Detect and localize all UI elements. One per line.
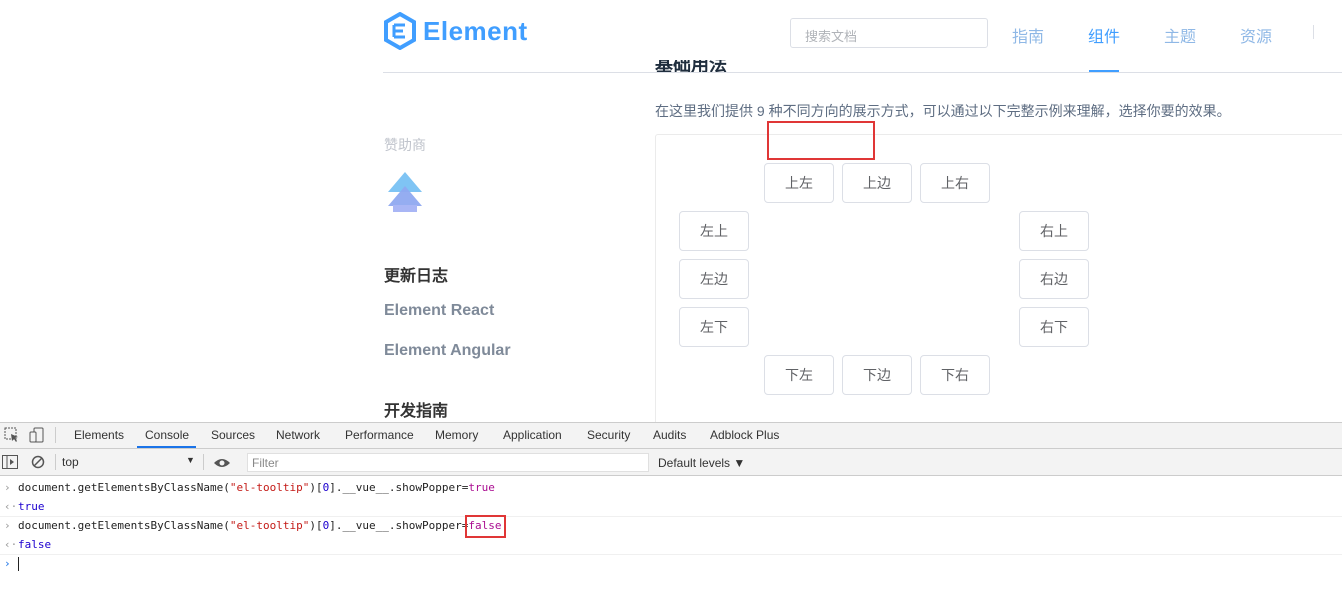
button-bottom[interactable]: 下边	[842, 355, 912, 395]
sidebar-sponsor-label: 赞助商	[384, 137, 426, 153]
code-text: document.getElementsByClassName(	[18, 481, 230, 494]
button-top[interactable]: 上边	[842, 163, 912, 203]
button-left[interactable]: 左边	[679, 259, 749, 299]
code-text: )[	[309, 519, 323, 532]
nav-guide[interactable]: 指南	[1012, 23, 1044, 47]
section-description: 在这里我们提供 9 种不同方向的展示方式，可以通过以下完整示例来理解，选择你要的…	[655, 103, 1231, 119]
tab-audits[interactable]: Audits	[653, 428, 686, 442]
device-toolbar-icon[interactable]	[29, 427, 45, 448]
tab-separator	[55, 427, 56, 443]
button-left-end[interactable]: 左下	[679, 307, 749, 347]
nav-components[interactable]: 组件	[1088, 23, 1120, 47]
sponsor-arrow-icon	[388, 172, 422, 212]
nav-theme[interactable]: 主题	[1164, 23, 1196, 47]
output-arrow-icon: ‹·	[4, 538, 18, 551]
console-result: false	[18, 538, 52, 551]
live-expression-eye-icon[interactable]	[213, 456, 231, 474]
element-logo[interactable]: Element	[383, 12, 528, 50]
input-arrow-icon: ›	[4, 519, 11, 532]
nav-resources[interactable]: 资源	[1240, 23, 1272, 47]
code-string: "el-tooltip"	[229, 481, 310, 494]
nav-divider	[1313, 25, 1314, 39]
sponsor-logo[interactable]	[386, 172, 424, 219]
button-top-start[interactable]: 上左	[764, 163, 834, 203]
demo-container	[655, 134, 1342, 434]
element-logo-icon	[384, 12, 416, 50]
console-prompt-icon: ›	[4, 557, 11, 570]
button-right[interactable]: 右边	[1019, 259, 1089, 299]
sidebar-item-dev-guide[interactable]: 开发指南	[384, 397, 448, 421]
tab-security[interactable]: Security	[587, 428, 630, 442]
sidebar-item-element-angular[interactable]: Element Angular	[384, 342, 511, 360]
console-input-line: › document.getElementsByClassName("el-to…	[0, 478, 1342, 497]
code-text: document.getElementsByClassName(	[18, 519, 230, 532]
tab-adblock-plus[interactable]: Adblock Plus	[710, 428, 779, 442]
header-divider	[383, 72, 1342, 73]
tab-network[interactable]: Network	[276, 428, 320, 442]
active-tab-indicator	[137, 446, 196, 448]
code-text: )[	[309, 481, 323, 494]
sidebar-item-changelog[interactable]: 更新日志	[384, 262, 448, 286]
button-right-start[interactable]: 右上	[1019, 211, 1089, 251]
toolbar-separator	[203, 454, 204, 470]
input-arrow-icon: ›	[4, 481, 11, 494]
button-left-start[interactable]: 左上	[679, 211, 749, 251]
tab-application[interactable]: Application	[503, 428, 562, 442]
button-bottom-end[interactable]: 下右	[920, 355, 990, 395]
tab-sources[interactable]: Sources	[211, 428, 255, 442]
context-select[interactable]: top ▼	[62, 455, 197, 469]
show-sidebar-icon[interactable]	[2, 455, 18, 474]
button-right-end[interactable]: 右下	[1019, 307, 1089, 347]
console-filter-input[interactable]: Filter	[247, 453, 649, 472]
tab-console[interactable]: Console	[145, 428, 189, 442]
code-string: "el-tooltip"	[229, 519, 310, 532]
log-levels-dropdown[interactable]: Default levels ▼	[658, 456, 745, 470]
toolbar-separator	[55, 454, 56, 470]
search-input[interactable]: 搜索文档	[790, 18, 988, 48]
console-result: true	[18, 500, 45, 513]
code-text: ].__vue__.showPopper=	[329, 519, 469, 532]
console-input-caret[interactable]	[18, 557, 19, 571]
clear-console-icon[interactable]	[31, 455, 45, 474]
button-top-end[interactable]: 上右	[920, 163, 990, 203]
output-arrow-icon: ‹·	[4, 500, 18, 513]
console-input-line: › document.getElementsByClassName("el-to…	[0, 516, 1342, 535]
logo-text: Element	[423, 15, 528, 46]
tab-elements[interactable]: Elements	[74, 428, 124, 442]
tab-memory[interactable]: Memory	[435, 428, 478, 442]
inspect-element-icon[interactable]	[4, 427, 20, 448]
sidebar-item-element-react[interactable]: Element React	[384, 302, 494, 320]
code-keyword: true	[468, 481, 495, 494]
code-text: ].__vue__.showPopper=	[329, 481, 469, 494]
button-bottom-start[interactable]: 下左	[764, 355, 834, 395]
context-select-value: top	[62, 455, 79, 469]
console-output-line: ‹· true	[0, 497, 1342, 517]
chevron-down-icon: ▼	[186, 455, 195, 465]
highlight-box-tooltip-area	[767, 121, 875, 160]
tab-performance[interactable]: Performance	[345, 428, 414, 442]
console-output-line: ‹· false	[0, 535, 1342, 555]
